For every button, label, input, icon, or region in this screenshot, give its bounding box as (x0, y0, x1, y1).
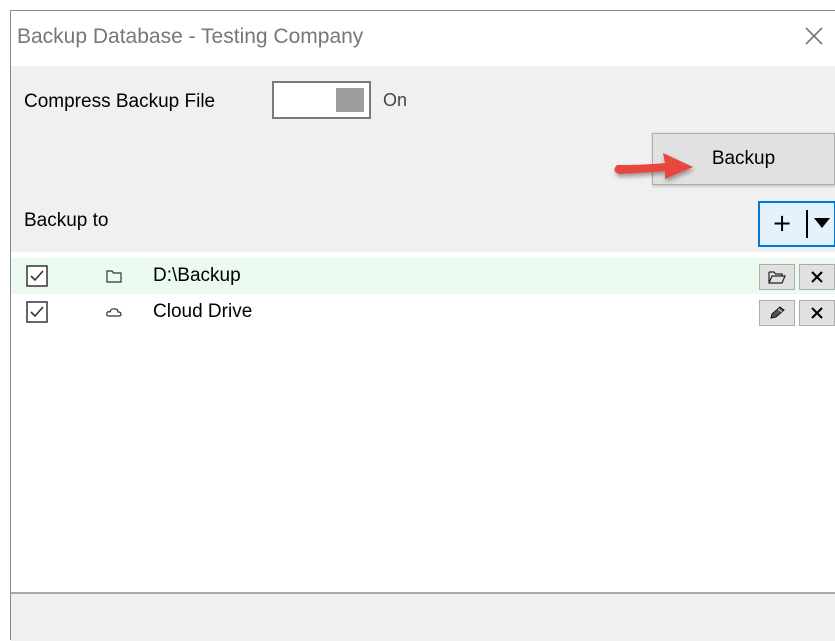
remove-destination-button[interactable] (799, 264, 835, 290)
cloud-icon (106, 308, 122, 317)
pointer-arrow-icon (614, 153, 693, 179)
close-icon (811, 307, 823, 319)
edit-icon (770, 306, 785, 319)
checkbox-checked-icon[interactable] (26, 301, 48, 323)
browse-folder-button[interactable] (759, 264, 795, 290)
status-bar (11, 592, 835, 641)
edit-destination-button[interactable] (759, 300, 795, 326)
close-icon (805, 27, 823, 45)
window-title: Backup Database - Testing Company (17, 25, 364, 48)
list-item[interactable]: D:\Backup (11, 258, 835, 294)
compress-backup-label: Compress Backup File (24, 91, 216, 112)
destination-label: D:\Backup (153, 265, 241, 286)
toggle-knob (336, 88, 364, 112)
remove-destination-button[interactable] (799, 300, 835, 326)
add-destination-button[interactable]: + (772, 209, 792, 237)
title-bar: Backup Database - Testing Company (11, 11, 835, 66)
compress-toggle[interactable] (272, 81, 371, 119)
close-icon (811, 271, 823, 283)
destination-list: D:\Backup Cloud Drive (11, 252, 835, 592)
close-button[interactable] (799, 21, 829, 51)
add-destination-split-button[interactable]: + (758, 201, 835, 247)
folder-icon (106, 270, 122, 283)
dropdown-arrow-icon[interactable] (814, 218, 830, 228)
folder-open-icon (768, 271, 786, 284)
backup-to-label: Backup to (24, 210, 109, 231)
compress-state-text: On (383, 90, 408, 110)
list-item[interactable]: Cloud Drive (11, 294, 835, 330)
checkbox-checked-icon[interactable] (26, 265, 48, 287)
destination-label: Cloud Drive (153, 301, 253, 322)
backup-dialog: Backup Database - Testing Company Compre… (10, 10, 835, 641)
split-divider (806, 210, 808, 238)
